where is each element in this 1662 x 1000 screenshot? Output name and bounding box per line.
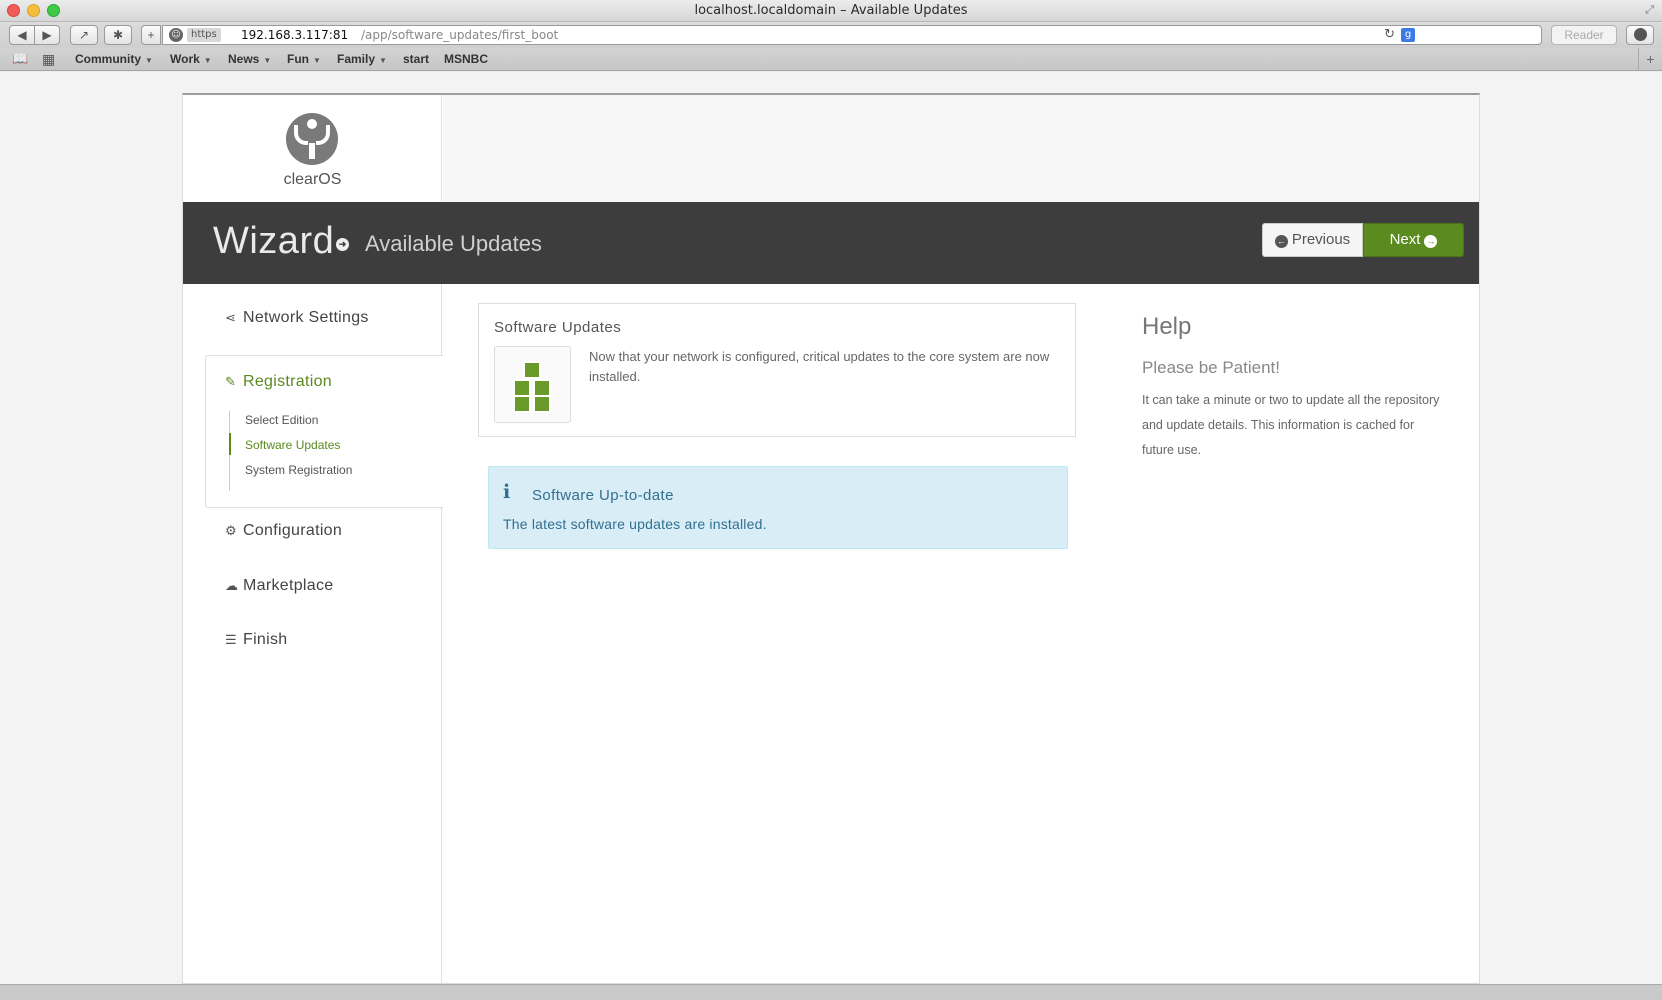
share-button[interactable]: ↗ bbox=[70, 25, 98, 45]
logo-area: clearOS bbox=[183, 95, 442, 202]
logo-text: clearOS bbox=[283, 171, 342, 188]
chevron-down-icon: ▼ bbox=[203, 56, 212, 65]
registration-section: ✎ Registration Select Edition Software Up… bbox=[205, 355, 443, 508]
page-viewport: clearOS Wizard ➜ Available Updates ← Prev… bbox=[0, 72, 1662, 984]
wizard-header: Wizard ➜ Available Updates ← Previous Nex… bbox=[183, 202, 1479, 284]
sidebar-subitem-software-updates[interactable]: Software Updates bbox=[245, 438, 340, 452]
bookmark-work[interactable]: Work ▼ bbox=[170, 52, 212, 66]
url-path: /app/software_updates/first_boot bbox=[361, 28, 559, 42]
info-alert: i Software Up-to-date The latest softwar… bbox=[488, 466, 1068, 549]
cloud-download-icon: ☁ bbox=[225, 578, 239, 593]
arrow-right-circle-icon: ➜ bbox=[336, 238, 349, 251]
downloads-button[interactable] bbox=[1626, 25, 1654, 45]
arrow-left-circle-icon: ← bbox=[1274, 235, 1288, 248]
google-search-icon[interactable]: g bbox=[1401, 28, 1415, 42]
pencil-icon: ✎ bbox=[225, 374, 237, 389]
address-bar[interactable]: ☺ https 192.168.3.117:81 /app/software_u… bbox=[162, 25, 1542, 45]
forward-button[interactable]: ▶ bbox=[34, 25, 60, 45]
add-bookmark-icon[interactable]: + bbox=[1638, 48, 1662, 71]
back-button[interactable]: ◀ bbox=[9, 25, 35, 45]
https-lock-badge: https bbox=[187, 28, 221, 42]
chevron-down-icon: ▼ bbox=[145, 56, 153, 65]
active-step-indicator bbox=[229, 433, 231, 455]
list-icon: ☰ bbox=[225, 632, 237, 647]
header-banner bbox=[443, 95, 1479, 202]
bookmarks-bar: 📖 ▦ Community ▼ Work ▼ News ▼ Fun ▼ Family ▼ … bbox=[0, 48, 1662, 71]
software-updates-box: Software Updates Now that your network i… bbox=[478, 303, 1076, 437]
chevron-down-icon: ▼ bbox=[379, 56, 387, 65]
chevron-down-icon: ▼ bbox=[313, 56, 321, 65]
reading-list-icon[interactable]: 📖 bbox=[12, 51, 28, 67]
status-bar bbox=[0, 984, 1662, 1000]
page-title: Wizard bbox=[213, 220, 335, 262]
share-nodes-icon: ⋖ bbox=[225, 310, 237, 325]
clearos-logo-icon bbox=[286, 113, 338, 165]
extensions-button[interactable]: ✱ bbox=[104, 25, 132, 45]
gears-icon: ⚙ bbox=[225, 523, 237, 538]
bookmark-news[interactable]: News ▼ bbox=[228, 52, 271, 66]
reload-icon[interactable]: ↻ bbox=[1384, 27, 1395, 42]
box-title: Software Updates bbox=[494, 319, 622, 336]
sidebar-item-registration[interactable]: ✎ Registration bbox=[225, 373, 332, 391]
fullscreen-icon[interactable]: ⤢ bbox=[1645, 4, 1654, 17]
wizard-sidebar: ⋖ Network Settings ✎ Registration Select E… bbox=[183, 284, 443, 984]
bookmark-msnbc[interactable]: MSNBC bbox=[444, 52, 488, 66]
clearos-app: clearOS Wizard ➜ Available Updates ← Prev… bbox=[182, 93, 1480, 984]
box-description: Now that your network is configured, cri… bbox=[589, 349, 1050, 384]
url-host: 192.168.3.117:81 bbox=[241, 28, 349, 42]
previous-button[interactable]: ← Previous bbox=[1262, 223, 1363, 257]
bookmark-fun[interactable]: Fun ▼ bbox=[287, 52, 321, 66]
bookmark-community[interactable]: Community ▼ bbox=[75, 52, 153, 66]
sidebar-item-marketplace[interactable]: ☁ Marketplace bbox=[225, 577, 333, 595]
help-text: It can take a minute or two to update al… bbox=[1142, 393, 1440, 457]
next-button[interactable]: Next → bbox=[1363, 223, 1464, 257]
reader-button[interactable]: Reader bbox=[1551, 25, 1617, 45]
site-favicon-icon: ☺ bbox=[169, 28, 183, 42]
info-title: Software Up-to-date bbox=[532, 487, 674, 504]
help-subtitle: Please be Patient! bbox=[1142, 358, 1280, 377]
download-icon bbox=[1634, 28, 1647, 41]
top-sites-grid-icon[interactable]: ▦ bbox=[42, 51, 55, 68]
info-message: The latest software updates are installe… bbox=[503, 516, 767, 532]
sidebar-item-configuration[interactable]: ⚙ Configuration bbox=[225, 522, 342, 540]
window-titlebar: localhost.localdomain – Available Update… bbox=[0, 0, 1662, 22]
cubes-icon bbox=[494, 346, 571, 423]
sidebar-subitem-system-registration[interactable]: System Registration bbox=[245, 463, 352, 477]
sidebar-subitem-select-edition[interactable]: Select Edition bbox=[245, 413, 318, 427]
bookmark-family[interactable]: Family ▼ bbox=[337, 52, 387, 66]
browser-toolbar: ◀ ▶ ↗ ✱ + ☺ https 192.168.3.117:81 /app/… bbox=[0, 22, 1662, 48]
help-title: Help bbox=[1142, 313, 1192, 340]
arrow-right-circle-icon: → bbox=[1424, 235, 1438, 248]
window-title: localhost.localdomain – Available Update… bbox=[694, 3, 968, 18]
add-bookmark-button[interactable]: + bbox=[141, 25, 161, 45]
sidebar-item-finish[interactable]: ☰ Finish bbox=[225, 631, 287, 649]
chevron-down-icon: ▼ bbox=[263, 56, 272, 65]
sidebar-item-network-settings[interactable]: ⋖ Network Settings bbox=[225, 309, 369, 327]
breadcrumb: Available Updates bbox=[365, 231, 542, 256]
bookmark-start[interactable]: start bbox=[403, 52, 429, 66]
info-icon: i bbox=[503, 481, 511, 503]
